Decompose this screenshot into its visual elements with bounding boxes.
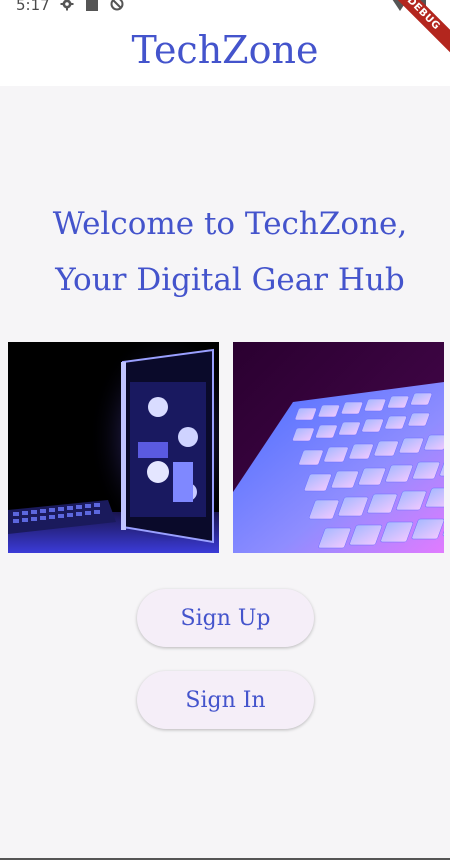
status-bar: 5:17: [0, 0, 450, 14]
sign-in-button[interactable]: Sign In: [137, 671, 314, 729]
product-images: [8, 342, 444, 553]
status-time: 5:17: [16, 0, 50, 14]
app-bar: TechZone: [0, 14, 450, 86]
welcome-heading: Welcome to TechZone, Your Digital Gear H…: [0, 196, 450, 308]
keyboard-image: [233, 342, 444, 553]
welcome-line-1: Welcome to TechZone,: [52, 206, 408, 242]
sd-card-icon: [86, 0, 98, 11]
sync-blocked-icon: [110, 0, 124, 11]
app-title: TechZone: [131, 28, 319, 72]
sign-up-button[interactable]: Sign Up: [137, 589, 314, 647]
welcome-line-2: Your Digital Gear Hub: [55, 262, 405, 298]
gear-icon: [60, 0, 74, 11]
status-icons: [60, 0, 124, 11]
gaming-pc-image: [8, 342, 219, 553]
